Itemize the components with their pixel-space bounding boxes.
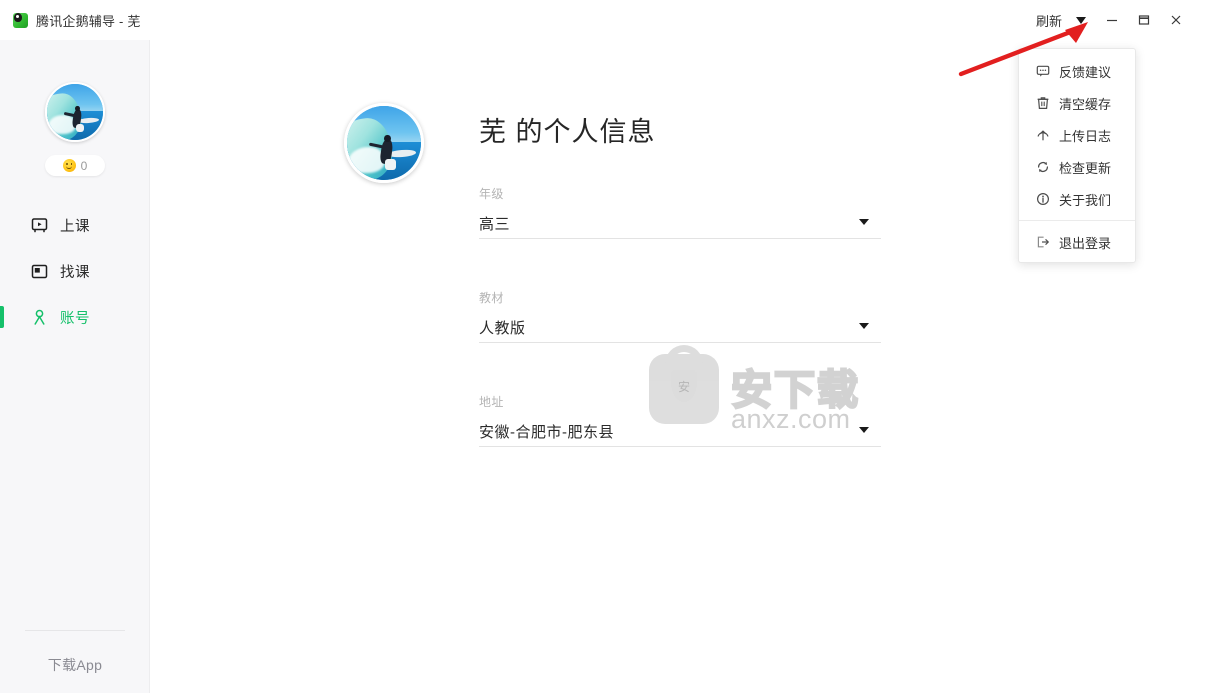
menu-item-label: 清空缓存	[1059, 96, 1112, 112]
avatar-image	[47, 84, 103, 140]
menu-item-label: 关于我们	[1059, 192, 1112, 208]
field-value: 安徽-合肥市-肥东县	[479, 423, 614, 441]
speech-bubble-icon	[1035, 64, 1050, 79]
menu-item-label: 上传日志	[1059, 128, 1112, 144]
window-controls: 刷新	[1036, 0, 1210, 40]
menu-item-about-us[interactable]: 关于我们	[1019, 183, 1135, 215]
sidebar-divider	[25, 630, 125, 631]
menu-item-feedback[interactable]: 反馈建议	[1019, 55, 1135, 87]
refresh-circle-icon	[1035, 160, 1050, 175]
title-bar-left: 腾讯企鹅辅导 - 芜	[0, 11, 141, 30]
chevron-down-icon	[859, 323, 869, 329]
field-value: 高三	[479, 215, 511, 233]
menu-item-logout[interactable]: 退出登录	[1019, 226, 1135, 258]
sidebar-item-account[interactable]: 账号	[0, 294, 150, 340]
logout-icon	[1035, 235, 1050, 250]
maximize-button[interactable]	[1128, 0, 1160, 40]
menu-item-upload-log[interactable]: 上传日志	[1019, 119, 1135, 151]
minimize-icon	[1107, 19, 1117, 22]
sidebar: 0 上课 找课 账号 下载App	[0, 40, 150, 693]
app-window: 腾讯企鹅辅导 - 芜 刷新 0 上课 找课 账号 下载App 芜 的个人信息 年…	[0, 0, 1210, 693]
settings-dropdown-menu: 反馈建议 清空缓存 上传日志 检查更新 关于我们 退出登录	[1018, 48, 1136, 263]
sidebar-item-label: 账号	[60, 310, 90, 327]
field-label: 地址	[479, 395, 504, 409]
grade-select[interactable]: 高三	[479, 208, 881, 239]
sidebar-item-label: 上课	[60, 218, 90, 235]
profile-fields: 年级 高三 教材 人教版 地址 安徽-合肥市-肥东县	[479, 185, 881, 497]
close-icon	[1171, 15, 1181, 25]
field-value: 人教版	[479, 319, 526, 337]
book-window-icon	[31, 263, 48, 280]
sidebar-item-find-course[interactable]: 找课	[0, 248, 150, 294]
refresh-button[interactable]: 刷新	[1036, 11, 1066, 30]
menu-item-label: 反馈建议	[1059, 64, 1112, 80]
coin-badge[interactable]: 0	[45, 155, 105, 176]
field-textbook: 教材 人教版	[479, 289, 881, 343]
person-icon	[31, 309, 48, 326]
menu-item-label: 退出登录	[1059, 235, 1112, 251]
chevron-down-icon	[1076, 16, 1086, 24]
presentation-play-icon	[31, 217, 48, 234]
avatar[interactable]	[45, 82, 105, 142]
penguin-icon	[13, 12, 28, 28]
menu-divider	[1019, 220, 1135, 221]
chevron-down-icon	[859, 427, 869, 433]
close-button[interactable]	[1160, 0, 1192, 40]
coin-count: 0	[80, 158, 88, 173]
minimize-button[interactable]	[1096, 0, 1128, 40]
menu-item-check-update[interactable]: 检查更新	[1019, 151, 1135, 183]
upload-circle-icon	[1035, 128, 1050, 143]
field-grade: 年级 高三	[479, 185, 881, 239]
chevron-down-icon	[859, 219, 869, 225]
trash-icon	[1035, 96, 1050, 111]
page-title: 芜 的个人信息	[479, 117, 656, 147]
maximize-icon	[1138, 15, 1150, 25]
profile-avatar-image	[347, 106, 421, 180]
title-bar: 腾讯企鹅辅导 - 芜 刷新	[0, 0, 1210, 40]
menu-dropdown-button[interactable]	[1066, 0, 1096, 40]
address-select[interactable]: 安徽-合肥市-肥东县	[479, 416, 881, 447]
profile-avatar[interactable]	[344, 103, 424, 183]
sidebar-nav: 上课 找课 账号	[0, 202, 150, 340]
info-circle-icon	[1035, 192, 1050, 207]
textbook-select[interactable]: 人教版	[479, 312, 881, 343]
sidebar-item-class[interactable]: 上课	[0, 202, 150, 248]
app-title: 腾讯企鹅辅导 - 芜	[36, 13, 141, 29]
coin-smiley-icon	[62, 159, 76, 172]
field-label: 教材	[479, 291, 504, 305]
field-label: 年级	[479, 187, 504, 201]
field-address: 地址 安徽-合肥市-肥东县	[479, 393, 881, 447]
menu-item-clear-cache[interactable]: 清空缓存	[1019, 87, 1135, 119]
download-app-link[interactable]: 下载App	[0, 655, 150, 675]
sidebar-item-label: 找课	[60, 264, 90, 281]
menu-item-label: 检查更新	[1059, 160, 1112, 176]
